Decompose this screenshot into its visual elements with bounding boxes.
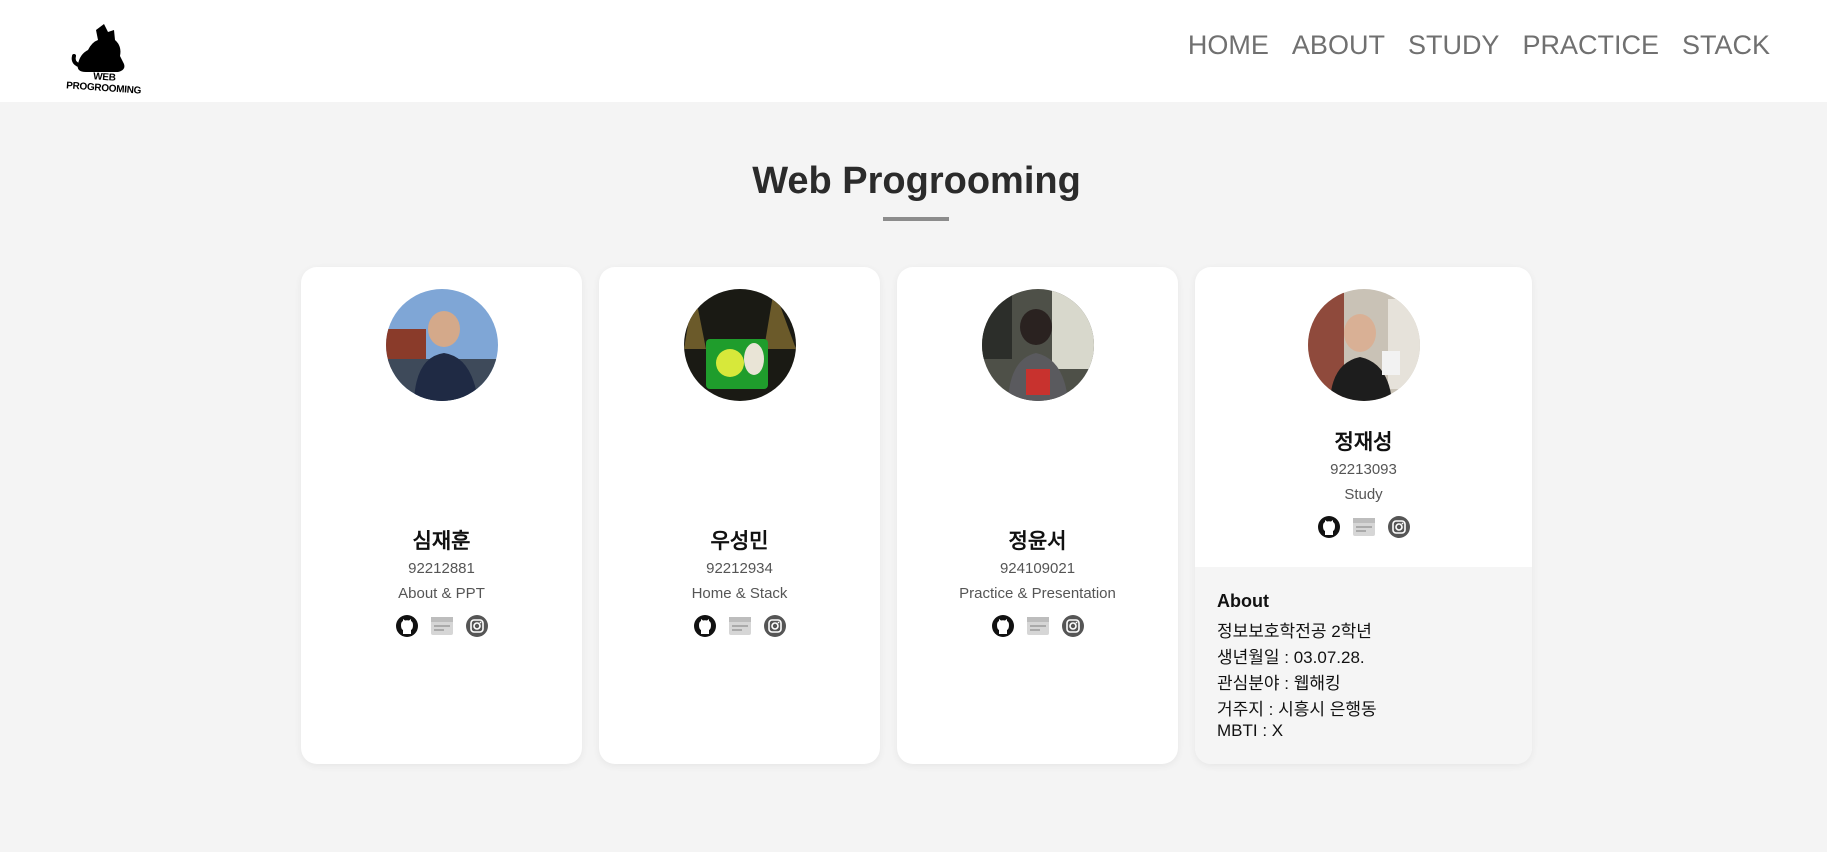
social-links xyxy=(897,614,1178,638)
github-icon[interactable] xyxy=(1317,515,1341,539)
member-avatar xyxy=(1307,289,1420,401)
member-avatar xyxy=(981,289,1094,401)
about-major: 정보보호학전공 2학년 xyxy=(1217,622,1372,641)
member-name: 우성민 xyxy=(710,530,769,553)
social-links xyxy=(599,614,880,638)
about-title: About xyxy=(1217,591,1269,611)
cat-logo-icon xyxy=(71,24,125,72)
member-id: 924109021 xyxy=(999,560,1076,577)
member-card-expanded[interactable]: 정재성 92213093 Study About 정보보호학전공 2학년 생년월… xyxy=(1195,267,1532,764)
instagram-icon[interactable] xyxy=(465,614,489,638)
blog-icon[interactable] xyxy=(728,614,752,638)
blog-icon[interactable] xyxy=(430,614,454,638)
member-role: About & PPT xyxy=(398,585,485,602)
title-underline xyxy=(883,217,949,221)
nav-home[interactable]: HOME xyxy=(1188,30,1269,61)
site-logo[interactable]: WEB PROGROOMING xyxy=(62,20,146,97)
social-links xyxy=(301,614,582,638)
member-id: 92212881 xyxy=(408,560,475,577)
about-interest: 관심분야 : 웹해킹 xyxy=(1217,674,1341,693)
github-icon[interactable] xyxy=(991,614,1015,638)
about-birthdate: 생년월일 : 03.07.28. xyxy=(1217,648,1365,667)
instagram-icon[interactable] xyxy=(763,614,787,638)
nav-study[interactable]: STUDY xyxy=(1408,30,1500,61)
member-card[interactable]: 정윤서 924109021 Practice & Presentation xyxy=(897,267,1178,764)
main-nav: HOME ABOUT STUDY PRACTICE STACK xyxy=(1188,30,1770,61)
member-name: 정윤서 xyxy=(1008,530,1067,553)
member-role: Practice & Presentation xyxy=(959,585,1116,602)
member-avatar xyxy=(683,289,796,401)
about-mbti: MBTI : X xyxy=(1217,721,1284,740)
github-icon[interactable] xyxy=(693,614,717,638)
nav-about[interactable]: ABOUT xyxy=(1292,30,1385,61)
member-name: 정재성 xyxy=(1334,431,1393,454)
member-role: Study xyxy=(1344,486,1383,503)
member-avatar xyxy=(385,289,498,401)
blog-icon[interactable] xyxy=(1352,515,1376,539)
nav-practice[interactable]: PRACTICE xyxy=(1522,30,1659,61)
member-id: 92213093 xyxy=(1330,461,1397,478)
github-icon[interactable] xyxy=(395,614,419,638)
member-card[interactable]: 심재훈 92212881 About & PPT xyxy=(301,267,582,764)
member-role: Home & Stack xyxy=(691,585,788,602)
social-links xyxy=(1195,515,1532,539)
member-id: 92212934 xyxy=(706,560,773,577)
about-panel: About 정보보호학전공 2학년 생년월일 : 03.07.28. 관심분야 … xyxy=(1195,567,1532,764)
blog-icon[interactable] xyxy=(1026,614,1050,638)
about-residence: 거주지 : 시흥시 은행동 xyxy=(1217,700,1377,719)
member-card[interactable]: 우성민 92212934 Home & Stack xyxy=(599,267,880,764)
nav-stack[interactable]: STACK xyxy=(1682,30,1770,61)
instagram-icon[interactable] xyxy=(1061,614,1085,638)
member-name: 심재훈 xyxy=(412,530,471,553)
page-title: Web Progrooming xyxy=(752,160,1081,202)
logo-text: WEB PROGROOMING xyxy=(65,71,142,97)
instagram-icon[interactable] xyxy=(1387,515,1411,539)
top-navbar: WEB PROGROOMING HOME ABOUT STUDY PRACTIC… xyxy=(0,0,1827,102)
